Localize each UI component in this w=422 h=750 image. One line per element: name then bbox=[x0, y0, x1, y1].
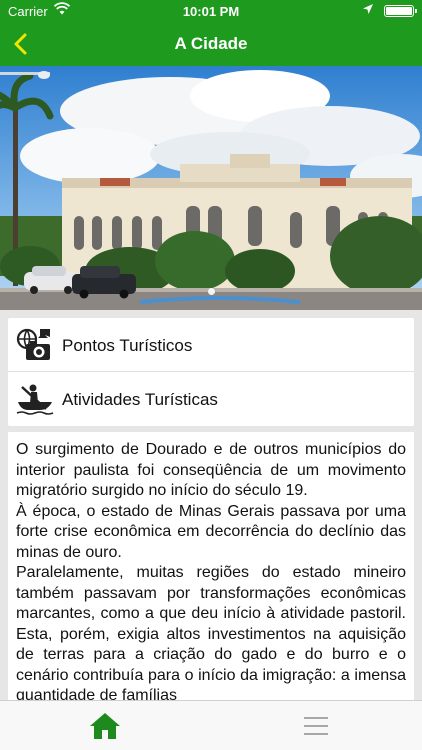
carousel-dot bbox=[207, 288, 215, 295]
home-icon bbox=[90, 713, 120, 739]
tab-home[interactable] bbox=[88, 711, 122, 741]
menu-item-atividades-turisticas[interactable]: Atividades Turísticas bbox=[8, 372, 414, 425]
canoe-icon bbox=[16, 381, 54, 417]
menu-item-pontos-turisticos[interactable]: Pontos Turísticos bbox=[8, 318, 414, 371]
carousel-page-indicator bbox=[0, 282, 422, 300]
page-title: A Cidade bbox=[174, 34, 248, 53]
status-time: 10:01 PM bbox=[182, 4, 240, 19]
navigation-bar: A Cidade bbox=[0, 22, 422, 66]
camera-globe-icon bbox=[16, 327, 54, 363]
tab-bar bbox=[0, 700, 422, 750]
city-history-text: O surgimento de Dourado e de outros muni… bbox=[8, 432, 414, 700]
status-bar: Carrier 10:01 PM bbox=[0, 0, 422, 22]
battery-icon bbox=[384, 5, 417, 17]
hamburger-menu-icon bbox=[304, 717, 328, 735]
tourism-menu: Pontos Turísticos Atividades Turísticas bbox=[8, 318, 414, 426]
menu-item-label: Pontos Turísticos bbox=[62, 336, 193, 355]
menu-item-label: Atividades Turísticas bbox=[62, 390, 218, 409]
history-paragraph: O surgimento de Dourado e de outros muni… bbox=[16, 441, 406, 499]
tab-menu[interactable] bbox=[302, 715, 330, 737]
history-paragraph: À época, o estado de Minas Gerais passav… bbox=[16, 502, 406, 561]
city-photo-carousel[interactable] bbox=[0, 66, 422, 310]
location-arrow-icon bbox=[362, 3, 374, 18]
city-hall-photo bbox=[0, 66, 422, 310]
history-paragraph: Paralelamente, muitas regiões do estado … bbox=[16, 564, 406, 700]
